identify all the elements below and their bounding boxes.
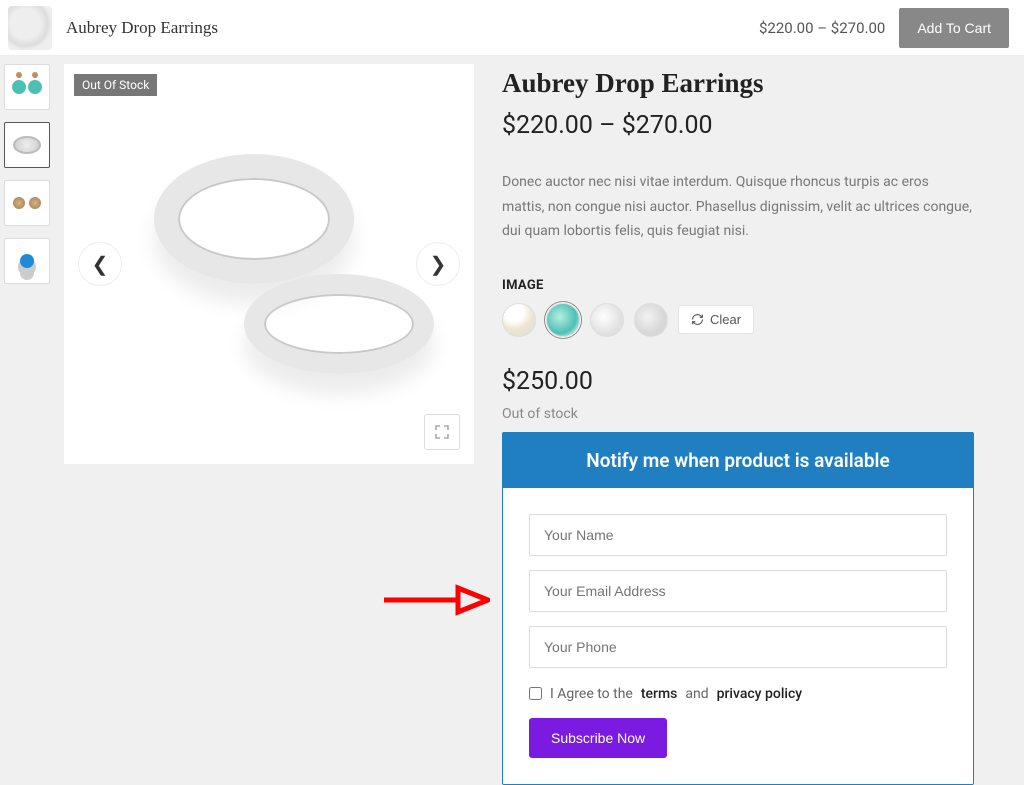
product-description: Donec auctor nec nisi vitae interdum. Qu… <box>502 170 974 244</box>
consent-checkbox[interactable] <box>529 687 542 700</box>
clear-variation-button[interactable]: Clear <box>678 305 754 334</box>
gallery-zoom-button[interactable] <box>424 414 460 450</box>
clear-label: Clear <box>710 312 741 327</box>
selected-price: $250.00 <box>502 367 974 396</box>
gallery-thumbnails <box>4 64 56 785</box>
chevron-left-icon: ❮ <box>92 252 109 276</box>
sticky-thumb <box>8 6 52 50</box>
swatch-1[interactable] <box>502 303 536 337</box>
add-to-cart-button[interactable]: Add To Cart <box>899 8 1009 48</box>
gallery-prev-button[interactable]: ❮ <box>78 242 122 286</box>
product-gallery: Out Of Stock ❮ ❯ <box>64 64 474 464</box>
product-price-range: $220.00 – $270.00 <box>502 111 974 140</box>
stock-badge: Out Of Stock <box>74 74 157 96</box>
sticky-title: Aubrey Drop Earrings <box>66 18 759 38</box>
refresh-icon <box>691 313 704 326</box>
notify-form: Notify me when product is available I Ag… <box>502 432 974 785</box>
product-title: Aubrey Drop Earrings <box>502 68 974 99</box>
consent-and: and <box>685 686 708 702</box>
sticky-price-range: $220.00 – $270.00 <box>759 19 885 37</box>
swatch-3[interactable] <box>590 303 624 337</box>
notify-phone-input[interactable] <box>529 626 947 668</box>
thumb-2[interactable] <box>4 122 50 168</box>
notify-name-input[interactable] <box>529 514 947 556</box>
variation-label: IMAGE <box>502 278 974 293</box>
consent-row: I Agree to the terms and privacy policy <box>529 686 947 702</box>
gallery-next-button[interactable]: ❯ <box>416 242 460 286</box>
swatch-4[interactable] <box>634 303 668 337</box>
product-summary: Aubrey Drop Earrings $220.00 – $270.00 D… <box>474 64 1024 785</box>
swatch-2[interactable] <box>546 303 580 337</box>
notify-email-input[interactable] <box>529 570 947 612</box>
variation-swatches: Clear <box>502 303 974 337</box>
sticky-product-bar: Aubrey Drop Earrings $220.00 – $270.00 A… <box>0 0 1024 56</box>
consent-text-pre: I Agree to the <box>550 686 633 702</box>
notify-title: Notify me when product is available <box>503 433 973 488</box>
subscribe-button[interactable]: Subscribe Now <box>529 718 667 758</box>
thumb-3[interactable] <box>4 180 50 226</box>
terms-link[interactable]: terms <box>641 686 678 702</box>
thumb-1[interactable] <box>4 64 50 110</box>
expand-icon <box>434 424 450 440</box>
chevron-right-icon: ❯ <box>430 252 447 276</box>
thumb-4[interactable] <box>4 238 50 284</box>
stock-message: Out of stock <box>502 406 974 422</box>
privacy-link[interactable]: privacy policy <box>717 686 803 702</box>
